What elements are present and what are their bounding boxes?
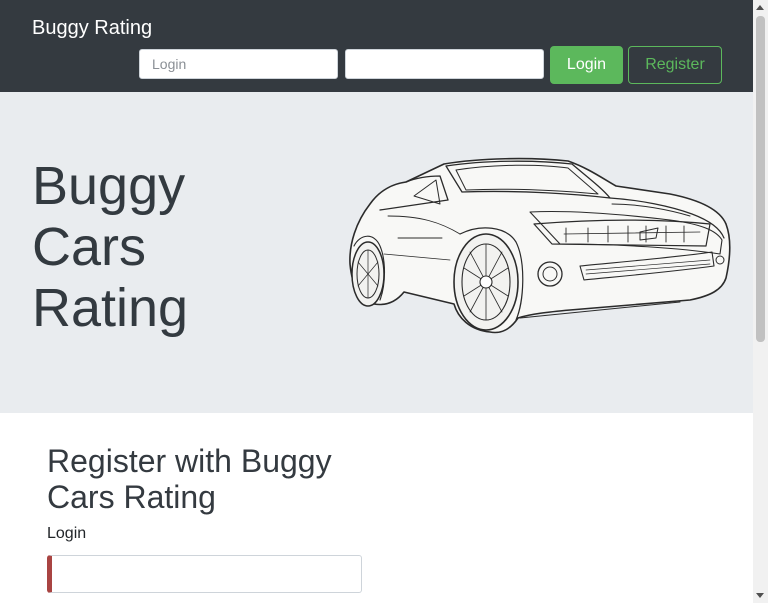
scroll-up-icon[interactable]	[756, 5, 764, 10]
hero-title-line: Cars	[32, 217, 147, 277]
login-field-label: Login	[47, 525, 87, 542]
scroll-down-icon[interactable]	[756, 593, 764, 598]
car-sketch-icon	[349, 157, 731, 334]
navbar: Buggy Rating Login Register	[0, 0, 753, 92]
register-button[interactable]: Register	[628, 46, 722, 84]
hero-title-line: Buggy	[32, 156, 186, 216]
login-input[interactable]	[139, 49, 338, 79]
hero-banner: Buggy Cars Rating	[0, 92, 753, 413]
hero-title: Buggy Cars Rating	[32, 156, 262, 339]
scrollbar-thumb[interactable]	[756, 16, 765, 342]
vertical-scrollbar[interactable]	[753, 0, 768, 603]
register-login-field[interactable]	[47, 555, 362, 593]
login-button[interactable]: Login	[550, 46, 623, 84]
hero-title-line: Rating	[32, 278, 189, 338]
register-form-title: Register with Buggy Cars Rating	[47, 443, 332, 515]
brand-link[interactable]: Buggy Rating	[32, 16, 152, 40]
password-input[interactable]	[345, 49, 544, 79]
